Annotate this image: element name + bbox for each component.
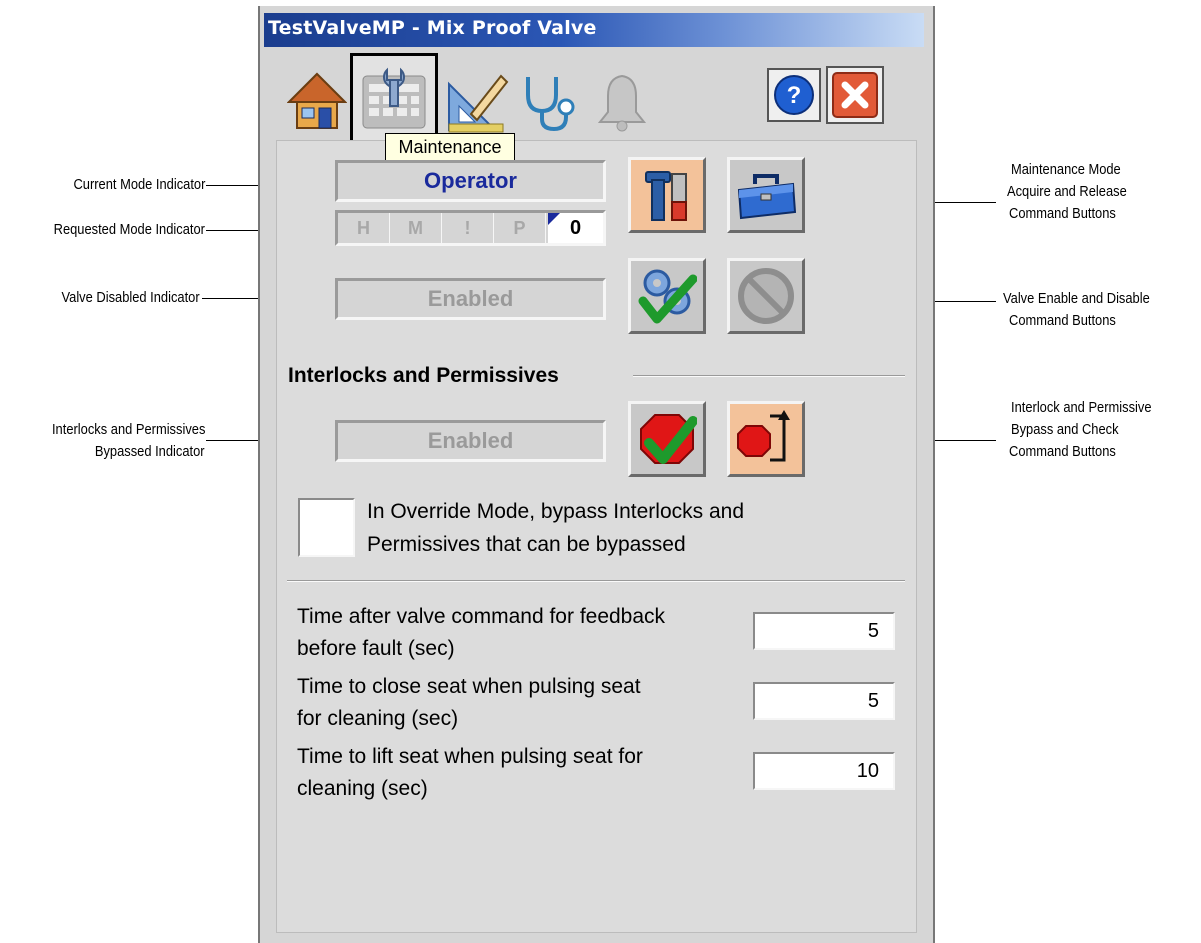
tab-tooltip: Maintenance xyxy=(385,133,515,161)
close-button[interactable] xyxy=(826,66,884,124)
acquire-maintenance-icon xyxy=(645,171,687,221)
requested-mode-maintenance: M xyxy=(390,213,442,243)
requested-mode-value-box: 0 xyxy=(548,213,603,243)
interlocks-bypassed-indicator: Enabled xyxy=(335,420,606,462)
release-maintenance-button[interactable] xyxy=(727,157,805,233)
interlocks-heading: Interlocks and Permissives xyxy=(288,364,559,387)
valve-disabled-indicator: Enabled xyxy=(335,278,606,320)
current-mode-indicator: Operator xyxy=(335,160,606,202)
window-title: TestValveMP - Mix Proof Valve xyxy=(268,17,597,39)
callout-bypassed-2: Bypassed Indicator xyxy=(95,443,205,460)
interlock-check-button[interactable] xyxy=(628,401,706,477)
callout-current-mode: Current Mode Indicator xyxy=(73,176,205,193)
maintenance-icon xyxy=(362,67,426,129)
callout-enable-2: Command Buttons xyxy=(1009,312,1116,329)
feedback-time-input[interactable]: 5 xyxy=(753,612,895,650)
corner-marker-icon xyxy=(548,213,560,225)
title-bar: TestValveMP - Mix Proof Valve xyxy=(264,13,924,47)
callout-bypass-2: Bypass and Check xyxy=(1011,421,1119,438)
callout-maint-3: Command Buttons xyxy=(1009,205,1116,222)
help-button[interactable]: ? xyxy=(767,68,821,122)
close-icon xyxy=(832,72,878,118)
home-icon xyxy=(287,72,347,129)
requested-mode-indicator: H M ! P 0 xyxy=(335,210,606,246)
tab-diagnostics[interactable] xyxy=(517,70,581,134)
override-bypass-checkbox[interactable] xyxy=(298,498,355,557)
callout-requested-mode: Requested Mode Indicator xyxy=(53,221,205,238)
stop-check-icon xyxy=(640,414,697,464)
bell-icon xyxy=(597,74,647,132)
valve-enable-button[interactable] xyxy=(628,258,706,334)
help-icon: ? xyxy=(774,75,814,115)
callout-maint-1: Maintenance Mode xyxy=(1011,161,1121,178)
heading-separator xyxy=(633,375,905,377)
lift-seat-time-label-2: cleaning (sec) xyxy=(297,777,428,800)
callout-valve-disabled: Valve Disabled Indicator xyxy=(61,289,200,306)
feedback-time-label-1: Time after valve command for feedback xyxy=(297,605,666,628)
lift-seat-time-label-1: Time to lift seat when pulsing seat for xyxy=(297,745,643,768)
acquire-maintenance-button[interactable] xyxy=(628,157,706,233)
interlock-bypass-button[interactable] xyxy=(727,401,805,477)
requested-mode-value: 0 xyxy=(569,216,582,239)
requested-mode-hand: H xyxy=(338,213,390,243)
engineering-icon xyxy=(448,74,509,133)
tab-alarms[interactable] xyxy=(590,70,654,134)
tab-engineering[interactable] xyxy=(445,70,509,134)
callout-bypass-3: Command Buttons xyxy=(1009,443,1116,460)
svg-text:?: ? xyxy=(787,82,802,109)
leader-valve-disabled xyxy=(202,298,259,299)
close-seat-time-label-2: for cleaning (sec) xyxy=(297,707,459,730)
valve-disable-button[interactable] xyxy=(727,258,805,334)
callout-bypass-1: Interlock and Permissive xyxy=(1011,399,1152,416)
callout-maint-2: Acquire and Release xyxy=(1007,183,1127,200)
callout-bypassed-1: Interlocks and Permissives xyxy=(51,421,205,438)
config-separator xyxy=(287,580,905,582)
enable-gear-check-icon xyxy=(638,269,697,324)
callout-enable-1: Valve Enable and Disable xyxy=(1003,290,1150,307)
stethoscope-icon xyxy=(526,77,575,132)
close-seat-time-input[interactable]: 5 xyxy=(753,682,895,720)
tab-home[interactable] xyxy=(285,70,349,132)
disable-icon xyxy=(738,268,794,324)
requested-mode-override: ! xyxy=(442,213,494,243)
close-seat-time-label-1: Time to close seat when pulsing seat xyxy=(297,675,641,698)
stop-bypass-icon xyxy=(737,410,790,462)
override-bypass-label-2: Permissives that can be bypassed xyxy=(367,533,686,556)
feedback-time-label-2: before fault (sec) xyxy=(297,637,455,660)
lift-seat-time-input[interactable]: 10 xyxy=(753,752,895,790)
requested-mode-program: P xyxy=(494,213,546,243)
toolbox-icon xyxy=(737,174,797,220)
override-bypass-label-1: In Override Mode, bypass Interlocks and xyxy=(367,500,745,523)
